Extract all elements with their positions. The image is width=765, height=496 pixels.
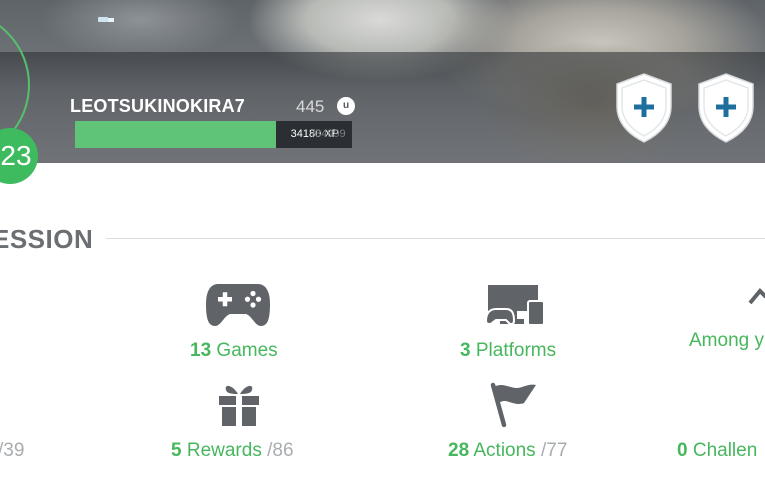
stat-left-total: /39 [0,440,25,461]
stat-games[interactable]: 13 Games [190,340,278,362]
flag-icon [490,382,536,427]
stat-challenges-label: Challen [692,440,758,461]
uplay-units-icon: u [337,97,355,115]
gift-icon [219,385,259,426]
stat-rewards[interactable]: 5 Rewards /86 [171,440,294,462]
stat-among[interactable]: Among y [689,330,764,352]
section-divider [106,238,765,239]
profile-banner: LEOTSUKINOKIRA7 445 u 34180 XP /34999 [0,0,765,163]
banner-artwork-shade [40,0,240,60]
stat-games-count: 13 [190,340,212,361]
add-shield-icon[interactable] [613,72,675,144]
section-title-progression: ESSION [0,224,94,254]
banner-artwork-light-2 [108,18,114,22]
stat-rewards-total: /86 [267,440,294,461]
stat-rewards-label: Rewards [186,440,262,461]
stat-platforms-count: 3 [460,340,471,361]
stat-challenges[interactable]: 0 Challen [677,440,757,462]
stat-actions-total: /77 [540,440,568,461]
stat-actions[interactable]: 28 Actions /77 [448,440,567,462]
stat-among-label: Among y [689,330,764,351]
stat-actions-count: 28 [448,440,470,461]
platforms-icon [484,285,545,325]
xp-progress-bar: 34180 XP /34999 [75,121,352,148]
stat-actions-label: Actions [473,440,536,461]
stat-platforms[interactable]: 3 Platforms [460,340,556,362]
stat-rewards-count: 5 [171,440,182,461]
stat-left-partial[interactable]: /39 [0,440,24,462]
username[interactable]: LEOTSUKINOKIRA7 [70,96,245,117]
units-count: 445 [296,97,325,116]
add-shield-icon[interactable] [695,72,757,144]
arrow-icon [748,288,765,305]
xp-max: /34999 [312,128,346,140]
stat-challenges-count: 0 [677,440,688,461]
gamepad-icon [206,284,270,326]
stat-platforms-label: Platforms [475,340,557,361]
stat-games-label: Games [216,340,278,361]
banner-artwork-light [98,17,108,22]
